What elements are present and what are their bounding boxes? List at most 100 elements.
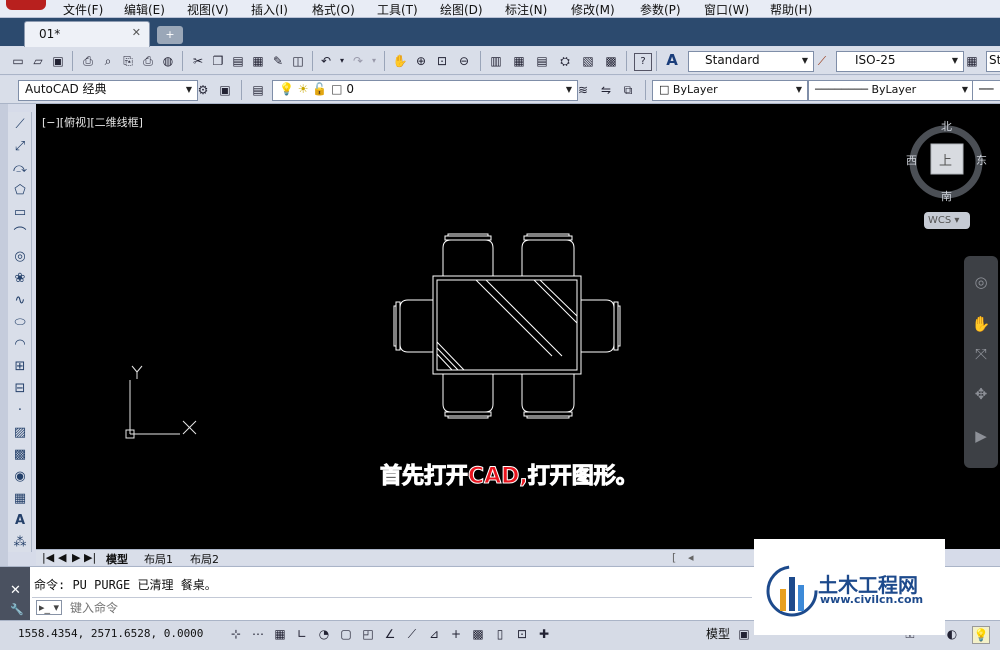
viewcube-west-label[interactable]: 西 [906, 152, 917, 168]
viewcube-top-face[interactable]: 上 [939, 150, 952, 169]
zoom-window-icon[interactable]: ⊡ [434, 53, 450, 69]
zoom-extents-icon[interactable]: ⤧ [971, 344, 991, 364]
tool-palettes-icon[interactable]: ▤ [534, 53, 550, 69]
ellipse-arc-icon[interactable]: ◠ [11, 336, 29, 354]
command-input[interactable] [68, 600, 572, 616]
design-center-icon[interactable]: ◍ [160, 53, 176, 69]
spline-icon[interactable]: ∿ [11, 292, 29, 310]
polygon-icon[interactable]: ⬠ [11, 182, 29, 200]
viewcube-east-label[interactable]: 东 [976, 152, 987, 168]
menu-parametric[interactable]: 参数(P) [640, 1, 681, 18]
circle-icon[interactable]: ◎ [11, 248, 29, 266]
wcs-menu[interactable]: WCS ▾ [924, 212, 970, 229]
object-snap-tracking-icon[interactable]: ∠ [382, 626, 398, 642]
tab-model[interactable]: 模型 [106, 551, 128, 567]
viewcube-south-label[interactable]: 南 [941, 188, 952, 204]
horizontal-scrollbar[interactable]: [ [672, 551, 676, 564]
line-icon[interactable]: ⟋ [11, 116, 29, 134]
first-layout-nav-icon[interactable]: |◀ [42, 551, 54, 564]
plot-icon[interactable]: ⎙ [140, 53, 156, 69]
workspace-dropdown[interactable]: AutoCAD 经典 ▼ [18, 80, 198, 101]
sheet-set-icon[interactable]: ⛭ [557, 53, 573, 69]
color-dropdown[interactable]: □ ByLayer ▼ [652, 80, 808, 101]
table-style-dropdown[interactable]: St [986, 51, 1000, 72]
drawing-canvas[interactable]: [−][俯视][二维线框] 北 西 东 南 上 WCS ▾ ◎ ✋ ⤧ ✥ ▶ … [36, 104, 1000, 549]
bulb-icon[interactable]: 💡 [972, 626, 990, 644]
infer-constraints-icon[interactable]: ⊹ [228, 626, 244, 642]
linetype-dropdown[interactable]: ──────── ByLayer ▼ [808, 80, 974, 101]
text-style-icon[interactable]: A [664, 52, 680, 68]
calculator-icon[interactable]: ▩ [603, 53, 619, 69]
redo-icon[interactable]: ↷ [350, 53, 366, 69]
new-tab-button[interactable]: + [157, 26, 183, 44]
open-folder-icon[interactable]: ▱ [30, 53, 46, 69]
region-icon[interactable]: ◉ [11, 468, 29, 486]
model-space-label[interactable]: 模型 [706, 625, 730, 642]
paste-icon[interactable]: ▤ [230, 53, 246, 69]
last-layout-nav-icon[interactable]: ▶| [84, 551, 96, 564]
menu-tools[interactable]: 工具(T) [377, 1, 418, 18]
command-window-grip[interactable]: ✕ 🔧 [0, 567, 30, 621]
clean-screen-icon[interactable]: ▣ [217, 82, 233, 98]
match-properties-icon[interactable]: ✎ [270, 53, 286, 69]
snap-mode-icon[interactable]: ⋯ [250, 626, 266, 642]
text-style-dropdown[interactable]: Standard ▼ [688, 51, 814, 72]
tab-layout1[interactable]: 布局1 [144, 551, 173, 567]
zoom-previous-icon[interactable]: ⊖ [456, 53, 472, 69]
point-icon[interactable]: · [11, 402, 29, 420]
revision-cloud-icon[interactable]: ❀ [11, 270, 29, 288]
close-icon[interactable]: ✕ [10, 583, 21, 598]
zoom-realtime-icon[interactable]: ⊕ [413, 53, 429, 69]
print-icon[interactable]: ⎙ [80, 53, 96, 69]
new-file-icon[interactable]: ▭ [10, 53, 26, 69]
object-snap-icon[interactable]: ▢ [338, 626, 354, 642]
pan-hand-icon[interactable]: ✋ [392, 53, 408, 69]
paste-special-icon[interactable]: ▦ [250, 53, 266, 69]
layer-states-icon[interactable]: ⧉ [620, 82, 636, 98]
app-logo[interactable] [6, 0, 46, 10]
viewcube-north-label[interactable]: 北 [941, 118, 952, 134]
table-style-icon[interactable]: ▦ [964, 53, 980, 69]
close-icon[interactable]: ✕ [132, 26, 141, 39]
next-layout-nav-icon[interactable]: ▶ [72, 551, 80, 564]
workspace-settings-icon[interactable]: ⚙ [195, 82, 211, 98]
menu-modify[interactable]: 修改(M) [571, 1, 615, 18]
undo-icon[interactable]: ↶ [318, 53, 334, 69]
gradient-icon[interactable]: ▩ [11, 446, 29, 464]
add-selected-icon[interactable]: ⁂ [11, 534, 29, 552]
layer-properties-icon[interactable]: ▤ [250, 82, 266, 98]
polar-tracking-icon[interactable]: ◔ [316, 626, 332, 642]
publish-icon[interactable]: ⎘ [120, 53, 136, 69]
annotation-monitor-icon[interactable]: ✚ [536, 626, 552, 642]
hardware-acceleration-icon[interactable]: ◐ [944, 626, 960, 642]
multiline-text-icon[interactable]: A [11, 512, 29, 530]
dynamic-input-icon[interactable]: ⊿ [426, 626, 442, 642]
rectangle-icon[interactable]: ▭ [11, 204, 29, 222]
menu-help[interactable]: 帮助(H) [770, 1, 812, 18]
layer-previous-icon[interactable]: ⇋ [598, 82, 614, 98]
dim-style-dropdown[interactable]: ISO-25 ▼ [836, 51, 964, 72]
scroll-left-icon[interactable]: ◂ [688, 551, 694, 564]
menu-dimension[interactable]: 标注(N) [505, 1, 547, 18]
properties-icon[interactable]: ▥ [488, 53, 504, 69]
pan-icon[interactable]: ✋ [971, 314, 991, 334]
steering-wheel-icon[interactable]: ◎ [971, 272, 991, 292]
3d-object-snap-icon[interactable]: ◰ [360, 626, 376, 642]
menu-file[interactable]: 文件(F) [63, 1, 103, 18]
ortho-mode-icon[interactable]: ∟ [294, 626, 310, 642]
help-icon[interactable]: ? [634, 53, 652, 71]
hatch-icon[interactable]: ▨ [11, 424, 29, 442]
showmotion-icon[interactable]: ▶ [971, 426, 991, 446]
menu-window[interactable]: 窗口(W) [704, 1, 749, 18]
menu-edit[interactable]: 编辑(E) [124, 1, 165, 18]
show-lineweight-icon[interactable]: + [448, 626, 464, 642]
lineweight-dropdown[interactable]: ── [972, 80, 1000, 101]
undo-dropdown-icon[interactable]: ▾ [334, 53, 350, 69]
prev-layout-nav-icon[interactable]: ◀ [58, 551, 66, 564]
orbit-icon[interactable]: ✥ [971, 384, 991, 404]
menu-insert[interactable]: 插入(I) [251, 1, 288, 18]
tab-layout2[interactable]: 布局2 [190, 551, 219, 567]
polyline-icon[interactable]: ⤼ [11, 160, 29, 178]
cursor-coordinates[interactable]: 1558.4354, 2571.6528, 0.0000 [18, 627, 203, 640]
print-preview-icon[interactable]: ⌕ [100, 53, 116, 69]
